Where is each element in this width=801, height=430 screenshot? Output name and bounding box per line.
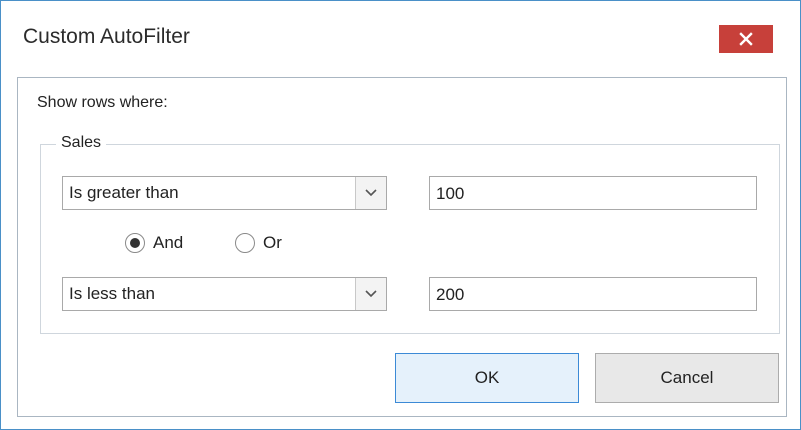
value1-input[interactable]: 100 (429, 176, 757, 210)
and-radio[interactable]: And (125, 233, 183, 253)
custom-autofilter-dialog: Custom AutoFilter Show rows where: Sales… (0, 0, 801, 430)
value2-input[interactable]: 200 (429, 277, 757, 311)
close-icon (739, 32, 753, 46)
operator1-dropdown-button[interactable] (355, 177, 386, 209)
ok-button[interactable]: OK (395, 353, 579, 403)
title-bar: Custom AutoFilter (1, 1, 800, 59)
or-label: Or (263, 233, 282, 252)
show-rows-label: Show rows where: (37, 94, 168, 111)
dialog-title: Custom AutoFilter (23, 25, 190, 48)
or-radio[interactable]: Or (235, 233, 282, 253)
chevron-down-icon (365, 285, 377, 303)
operator1-dropdown[interactable]: Is greater than (62, 176, 387, 210)
operator2-dropdown-button[interactable] (355, 278, 386, 310)
close-button[interactable] (719, 25, 773, 53)
and-label: And (153, 233, 184, 252)
and-radio-circle (125, 233, 145, 253)
value2-text: 200 (436, 285, 465, 304)
operator1-value: Is greater than (69, 183, 179, 202)
or-radio-circle (235, 233, 255, 253)
radio-selected-dot (130, 238, 140, 248)
cancel-button[interactable]: Cancel (595, 353, 779, 403)
operator2-value: Is less than (69, 284, 155, 303)
value1-text: 100 (436, 184, 465, 203)
operator2-dropdown[interactable]: Is less than (62, 277, 387, 311)
group-label-column: Sales (56, 134, 107, 152)
chevron-down-icon (365, 184, 377, 202)
